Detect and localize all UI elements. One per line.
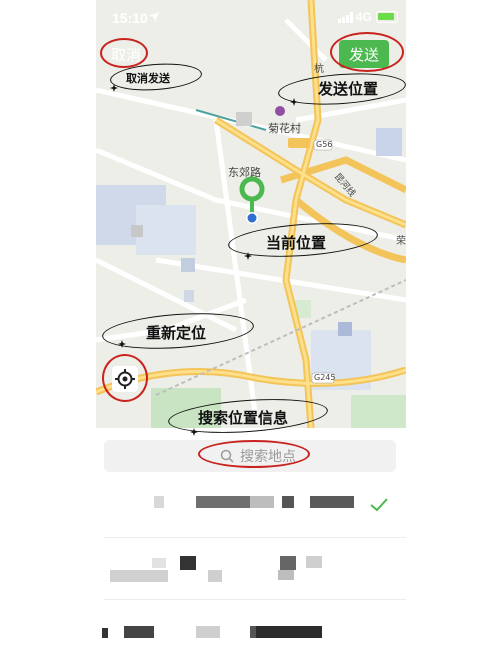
pixelated-text (196, 496, 250, 508)
highlight-search (198, 440, 310, 468)
pixelated-text (250, 496, 274, 508)
map-label-juhuacun: 菊花村 (268, 122, 301, 135)
pixelated-text (152, 558, 166, 568)
annotation-cancel-send: 取消发送 (126, 72, 170, 85)
pixelated-text (102, 628, 108, 638)
network-type: 4G (356, 10, 373, 24)
status-bar: 15:10 4G (96, 0, 406, 34)
status-time: 15:10 (112, 10, 148, 26)
annotation-current-location: 当前位置 (266, 234, 327, 252)
annotation-relocate: 重新定位 (146, 324, 207, 342)
location-arrow-icon (149, 12, 159, 22)
screenshot-page: 杭 菊花村 东郊路 G56 G245 昆河线 荣 15:10 4G 取消 发送 … (0, 0, 500, 652)
pixelated-text (278, 570, 294, 580)
pixelated-text (180, 556, 196, 570)
sparkle-icon (110, 84, 118, 92)
annotation-search-location-info: 搜索位置信息 (198, 409, 289, 427)
highlight-send (330, 32, 404, 72)
sparkle-icon (290, 98, 298, 106)
pixelated-text (310, 496, 354, 508)
pixelated-text (124, 626, 154, 638)
list-item[interactable] (96, 478, 406, 538)
list-item[interactable] (96, 602, 406, 652)
signal-icon (338, 12, 353, 23)
list-item[interactable] (96, 540, 406, 600)
map-label-g245: G245 (314, 373, 336, 382)
map-label-hangzhou: 杭 (314, 64, 324, 75)
pixelated-text (154, 496, 164, 508)
annotation-send-location: 发送位置 (318, 80, 379, 98)
pixelated-text (256, 626, 322, 638)
highlight-relocate (102, 354, 148, 402)
pixelated-text (306, 556, 322, 568)
map-label-rong: 荣 (396, 236, 406, 247)
battery-icon (376, 11, 398, 23)
pixelated-text (282, 496, 294, 508)
sparkle-icon (190, 428, 198, 436)
pixelated-text (110, 570, 168, 582)
selected-check-icon (370, 498, 388, 512)
highlight-cancel (100, 38, 148, 68)
pixelated-text (280, 556, 296, 570)
sparkle-icon (244, 252, 252, 260)
location-pin-icon (239, 176, 265, 224)
map-label-g56: G56 (316, 140, 333, 149)
sparkle-icon (118, 340, 126, 348)
pixelated-text (208, 570, 222, 582)
pixelated-text (196, 626, 220, 638)
